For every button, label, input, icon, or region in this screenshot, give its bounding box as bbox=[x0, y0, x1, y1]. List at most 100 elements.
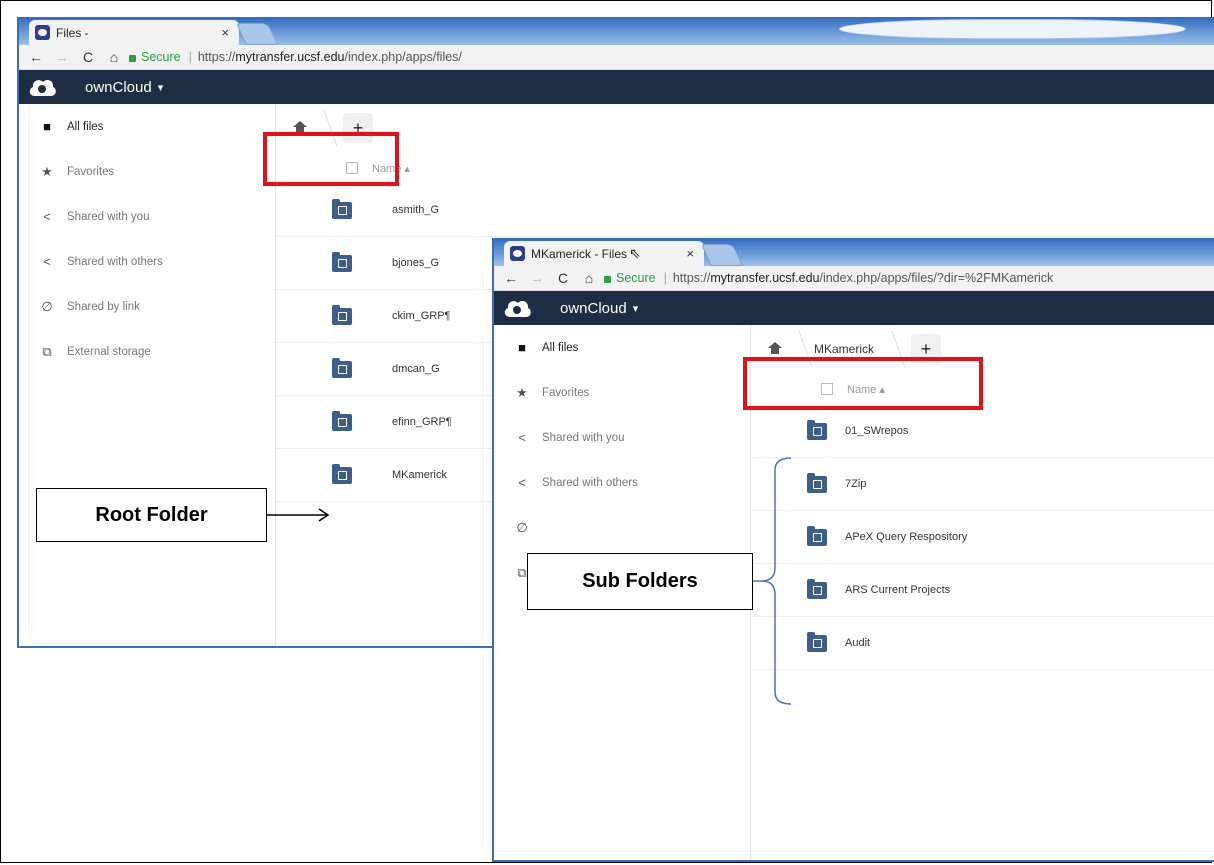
breadcrumb-folder[interactable]: MKamerick bbox=[814, 342, 874, 356]
file-row[interactable]: 01_SWrepos bbox=[751, 405, 1214, 458]
sub-folders-label: Sub Folders bbox=[527, 553, 753, 610]
home-icon[interactable]: ⌂ bbox=[105, 49, 123, 65]
home-icon[interactable] bbox=[767, 340, 785, 358]
owncloud-header: ownCloud ▾ bbox=[19, 70, 1214, 104]
file-name[interactable]: ARS Current Projects bbox=[845, 584, 950, 596]
chevron-down-icon: ▾ bbox=[632, 302, 639, 315]
star-icon: ★ bbox=[516, 384, 528, 400]
sidebar-item-shared-with-others[interactable]: < Shared with others bbox=[19, 239, 275, 284]
tab-strip: MKamerick - Files ⇖ × bbox=[494, 238, 1214, 266]
file-row[interactable]: APeX Query Respository bbox=[751, 511, 1214, 564]
forward-arrow-icon[interactable]: → bbox=[528, 270, 546, 286]
sidebar-item-favorites[interactable]: ★ Favorites bbox=[19, 149, 275, 194]
shared-folder-icon bbox=[332, 304, 352, 325]
share-icon: < bbox=[518, 430, 526, 445]
lock-icon bbox=[129, 54, 136, 62]
secure-label: Secure bbox=[616, 271, 656, 285]
url-text: https://mytransfer.ucsf.edu/index.php/ap… bbox=[672, 271, 1054, 285]
root-folder-arrow-icon bbox=[267, 508, 330, 522]
shared-folder-icon bbox=[807, 472, 827, 493]
forward-arrow-icon[interactable]: → bbox=[53, 49, 71, 65]
file-name[interactable]: 7Zip bbox=[845, 478, 866, 490]
sidebar: ■ All files ★ Favorites < Shared with you <… bbox=[19, 104, 276, 646]
owncloud-logo-icon bbox=[27, 77, 57, 97]
cursor-icon: ⇖ bbox=[629, 245, 641, 261]
back-arrow-icon[interactable]: ← bbox=[502, 270, 520, 286]
app-menu[interactable]: ownCloud ▾ bbox=[560, 300, 638, 317]
tab-title: Files - bbox=[56, 25, 89, 40]
back-arrow-icon[interactable]: ← bbox=[27, 49, 45, 65]
share-icon: < bbox=[518, 475, 526, 490]
share-icon: < bbox=[43, 209, 51, 224]
secure-label: Secure bbox=[141, 50, 181, 64]
app-menu[interactable]: ownCloud ▾ bbox=[85, 79, 163, 96]
shared-folder-icon bbox=[807, 631, 827, 652]
browser-window-mkamerick: MKamerick - Files ⇖ × ← → C ⌂ Secure | h… bbox=[492, 238, 1214, 862]
shared-folder-icon bbox=[807, 525, 827, 546]
breadcrumb: + bbox=[276, 104, 1214, 152]
owncloud-logo-icon bbox=[502, 298, 532, 318]
brand-label: ownCloud bbox=[85, 78, 152, 96]
shared-folder-icon bbox=[332, 251, 352, 272]
star-icon: ★ bbox=[41, 163, 53, 179]
home-icon[interactable]: ⌂ bbox=[580, 270, 598, 286]
file-name[interactable]: efinn_GRP¶ bbox=[392, 416, 452, 428]
file-row[interactable]: ARS Current Projects bbox=[751, 564, 1214, 617]
file-name[interactable]: ckim_GRP¶ bbox=[392, 310, 450, 322]
tab-title: MKamerick - Files bbox=[531, 246, 628, 261]
reload-icon[interactable]: C bbox=[554, 270, 572, 286]
sidebar-item-all-files[interactable]: ■ All files bbox=[19, 104, 275, 149]
sidebar-item-shared-by-link[interactable]: ∅ Shared by link bbox=[19, 284, 275, 329]
shared-folder-icon bbox=[332, 357, 352, 378]
owncloud-favicon-icon bbox=[35, 25, 50, 40]
file-name[interactable]: asmith_G bbox=[392, 204, 439, 216]
new-tab-button[interactable] bbox=[700, 244, 744, 266]
sidebar-item-shared-with-you[interactable]: < Shared with you bbox=[19, 194, 275, 239]
folder-icon: ■ bbox=[518, 340, 526, 355]
tab-mkamerick-files[interactable]: MKamerick - Files ⇖ × bbox=[504, 241, 704, 266]
sidebar-item-shared-with-others[interactable]: < Shared with others bbox=[494, 460, 750, 505]
file-name[interactable]: 01_SWrepos bbox=[845, 425, 908, 437]
file-name[interactable]: APeX Query Respository bbox=[845, 531, 967, 543]
brand-label: ownCloud bbox=[560, 299, 627, 317]
link-icon: ∅ bbox=[516, 519, 528, 535]
file-name[interactable]: dmcan_G bbox=[392, 363, 440, 375]
tab-files[interactable]: Files - × bbox=[29, 20, 239, 45]
external-icon: ⧉ bbox=[42, 343, 52, 359]
address-bar: ← → C ⌂ Secure | https://mytransfer.ucsf… bbox=[19, 45, 1214, 70]
tab-close-icon[interactable]: × bbox=[221, 25, 229, 40]
chevron-down-icon: ▾ bbox=[157, 81, 164, 94]
file-name[interactable]: MKamerick bbox=[392, 469, 447, 481]
column-header: Name ▴ bbox=[276, 152, 1214, 184]
reload-icon[interactable]: C bbox=[79, 49, 97, 65]
file-row[interactable]: Audit bbox=[751, 617, 1214, 670]
url-text: https://mytransfer.ucsf.edu/index.php/ap… bbox=[197, 50, 462, 64]
shared-folder-icon bbox=[332, 463, 352, 484]
sub-folders-bracket-icon bbox=[753, 457, 792, 705]
sidebar-item-external-storage[interactable]: ⧉ External storage bbox=[19, 329, 275, 374]
link-icon: ∅ bbox=[41, 298, 53, 314]
file-row[interactable]: 7Zip bbox=[751, 458, 1214, 511]
sidebar-item-all-files[interactable]: ■ All files bbox=[494, 325, 750, 370]
url-field[interactable]: Secure | https://mytransfer.ucsf.edu/ind… bbox=[129, 50, 462, 64]
sidebar-item-shared-by-link[interactable]: ∅ bbox=[494, 505, 750, 550]
file-row[interactable]: asmith_G bbox=[276, 184, 1214, 237]
new-tab-button[interactable] bbox=[235, 23, 279, 45]
highlight-box-root-breadcrumb bbox=[263, 132, 399, 186]
sidebar-item-shared-with-you[interactable]: < Shared with you bbox=[494, 415, 750, 460]
shared-folder-icon bbox=[807, 578, 827, 599]
url-field[interactable]: Secure | https://mytransfer.ucsf.edu/ind… bbox=[604, 271, 1053, 285]
owncloud-header: ownCloud ▾ bbox=[494, 291, 1214, 325]
sidebar-item-favorites[interactable]: ★ Favorites bbox=[494, 370, 750, 415]
shared-folder-icon bbox=[807, 419, 827, 440]
file-name[interactable]: Audit bbox=[845, 637, 870, 649]
highlight-box-sub-breadcrumb bbox=[743, 357, 983, 410]
address-bar: ← → C ⌂ Secure | https://mytransfer.ucsf… bbox=[494, 266, 1214, 291]
tab-close-icon[interactable]: × bbox=[686, 246, 694, 261]
tab-strip: Files - × bbox=[19, 17, 1214, 45]
owncloud-favicon-icon bbox=[510, 246, 525, 261]
folder-icon: ■ bbox=[43, 119, 51, 134]
shared-folder-icon bbox=[332, 410, 352, 431]
file-name[interactable]: bjones_G bbox=[392, 257, 439, 269]
share-icon: < bbox=[43, 254, 51, 269]
